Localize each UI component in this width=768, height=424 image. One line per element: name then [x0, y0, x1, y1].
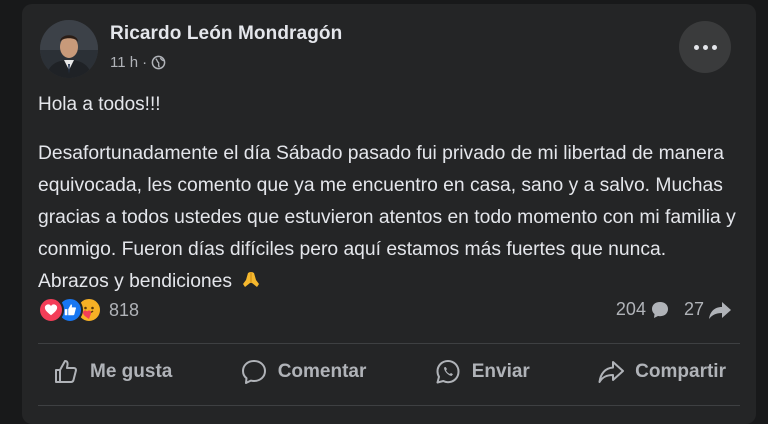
share-label: Compartir: [635, 361, 726, 382]
thumbs-up-icon: [55, 360, 77, 383]
action-bar: Me gusta Comentar Enviar Compartir: [34, 350, 744, 394]
share-arrow-icon: [709, 301, 731, 319]
like-button[interactable]: Me gusta: [34, 352, 190, 392]
share-icon: [598, 361, 625, 383]
post-message-container: Desafortunadamente el día Sábado pasado …: [38, 138, 738, 298]
post-meta: 11 h ·: [110, 54, 166, 71]
author-avatar[interactable]: [40, 20, 98, 78]
bottom-divider: [38, 405, 740, 406]
reaction-count: 818: [109, 299, 140, 320]
reaction-summary[interactable]: 818: [38, 297, 139, 323]
folded-hands-icon: [243, 272, 260, 287]
share-count-value: 27: [683, 299, 704, 319]
like-label: Me gusta: [90, 361, 173, 382]
comment-button[interactable]: Comentar: [222, 352, 385, 392]
comment-count[interactable]: 204: [616, 299, 670, 320]
share-count[interactable]: 27: [684, 299, 732, 320]
avatar-photo: [40, 20, 98, 78]
more-options-icon: [693, 44, 699, 50]
send-button[interactable]: Enviar: [416, 352, 548, 392]
comment-bubble-icon: [651, 301, 668, 318]
send-label: Enviar: [471, 361, 530, 382]
whatsapp-icon: [436, 360, 460, 384]
share-button[interactable]: Compartir: [579, 352, 744, 392]
more-options-icon-dot: [711, 44, 717, 50]
post-message: Desafortunadamente el día Sábado pasado …: [38, 143, 736, 292]
more-options-icon-dot: [702, 44, 708, 50]
meta-separator: ·: [142, 54, 148, 71]
comment-count-value: 204: [615, 299, 646, 319]
divider: [38, 343, 740, 344]
post-stats: 204 27: [616, 299, 732, 320]
post-card: Ricardo León Mondragón 11 h · Hola a tod…: [22, 4, 756, 424]
comment-icon: [241, 360, 266, 384]
post-greeting: Hola a todos!!!: [38, 94, 161, 115]
globe-icon[interactable]: [151, 55, 166, 70]
post-time[interactable]: 11 h: [110, 54, 138, 71]
more-options-button[interactable]: [679, 21, 731, 73]
love-icon: [38, 297, 64, 323]
comment-label: Comentar: [277, 361, 367, 382]
author-name[interactable]: Ricardo León Mondragón: [110, 23, 342, 45]
